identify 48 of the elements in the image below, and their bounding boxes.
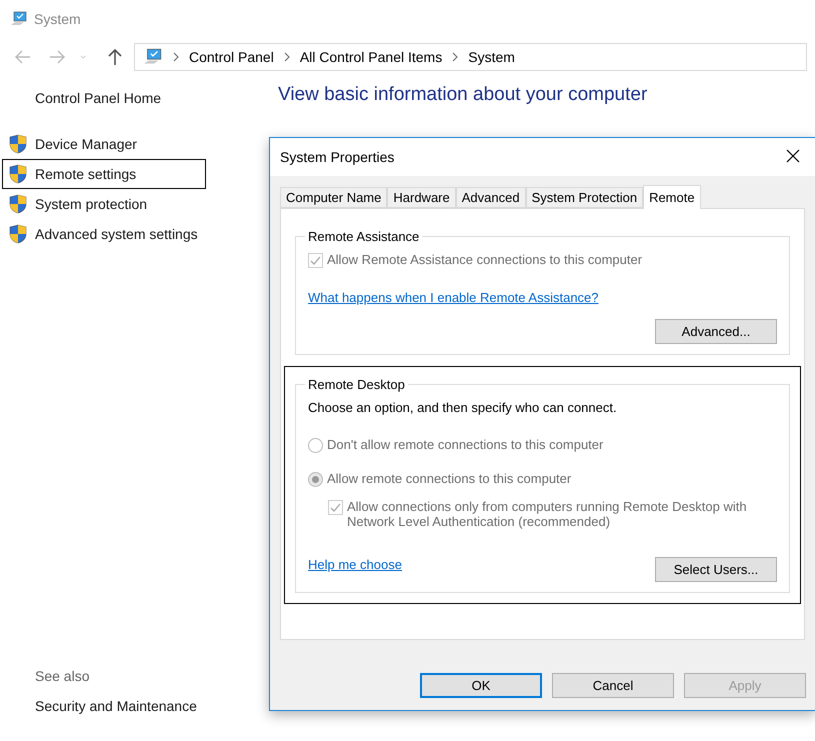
chevron-right-icon	[173, 52, 179, 62]
radio-label: Don't allow remote connections to this computer	[327, 437, 604, 452]
sidebar-item-label: Device Manager	[35, 136, 137, 152]
checkbox-label: Allow connections only from computers running Remote Desktop with Network Level Authentication (recommended)	[347, 499, 747, 529]
help-link[interactable]: Help me choose	[308, 557, 402, 572]
computer-icon	[10, 10, 28, 28]
shield-icon	[9, 134, 27, 154]
sidebar-item[interactable]: Advanced system settings	[2, 219, 206, 249]
select-users-button[interactable]: Select Users...	[655, 557, 777, 582]
sidebar-item-label: Advanced system settings	[35, 226, 198, 242]
sidebar-item[interactable]: Remote settings	[2, 159, 206, 189]
close-icon	[786, 148, 800, 162]
breadcrumb-item[interactable]: Control Panel	[189, 49, 274, 65]
help-link[interactable]: What happens when I enable Remote Assistance?	[308, 290, 599, 305]
chevron-right-icon	[284, 52, 290, 62]
tab[interactable]: Remote	[643, 185, 701, 209]
address-bar[interactable]: Control Panel All Control Panel Items System	[134, 43, 807, 71]
sidebar-item-label: System protection	[35, 196, 148, 212]
sidebar-item-label: Remote settings	[35, 166, 136, 182]
tab[interactable]: Computer Name	[280, 187, 388, 208]
tab[interactable]: Advanced	[456, 187, 526, 208]
dialog-button[interactable]: Cancel	[552, 673, 674, 698]
breadcrumb-item[interactable]: All Control Panel Items	[300, 49, 442, 65]
breadcrumb-item[interactable]: System	[468, 49, 515, 65]
shield-icon	[9, 194, 27, 214]
tab[interactable]: System Protection	[526, 187, 644, 208]
sidebar-item[interactable]: System protection	[2, 189, 206, 219]
shield-icon	[9, 224, 27, 244]
sidebar-item[interactable]: Device Manager	[2, 129, 206, 159]
radio-button[interactable]	[308, 472, 323, 487]
instruction-text: Choose an option, and then specify who can connect.	[308, 400, 618, 415]
sidebar-link[interactable]: Control Panel Home	[35, 90, 162, 106]
dialog-title: System Properties	[280, 149, 394, 165]
checkbox[interactable]	[328, 500, 343, 515]
section-heading: See also	[35, 668, 90, 684]
window-title: System	[34, 11, 81, 27]
checkbox-label: Allow Remote Assistance connections to this computer	[327, 252, 642, 267]
radio-label: Allow remote connections to this computer	[327, 471, 572, 486]
group-legend: Remote Assistance	[305, 229, 422, 244]
page-heading: View basic information about your computer	[278, 84, 648, 106]
group-legend: Remote Desktop	[305, 377, 408, 392]
radio-button[interactable]	[308, 438, 323, 453]
advanced-button[interactable]: Advanced...	[655, 319, 777, 344]
tab[interactable]: Hardware	[387, 187, 456, 208]
chevron-right-icon	[452, 52, 458, 62]
dialog-button[interactable]: OK	[420, 673, 542, 698]
sidebar-link[interactable]: Security and Maintenance	[35, 698, 270, 714]
shield-icon	[9, 164, 27, 184]
